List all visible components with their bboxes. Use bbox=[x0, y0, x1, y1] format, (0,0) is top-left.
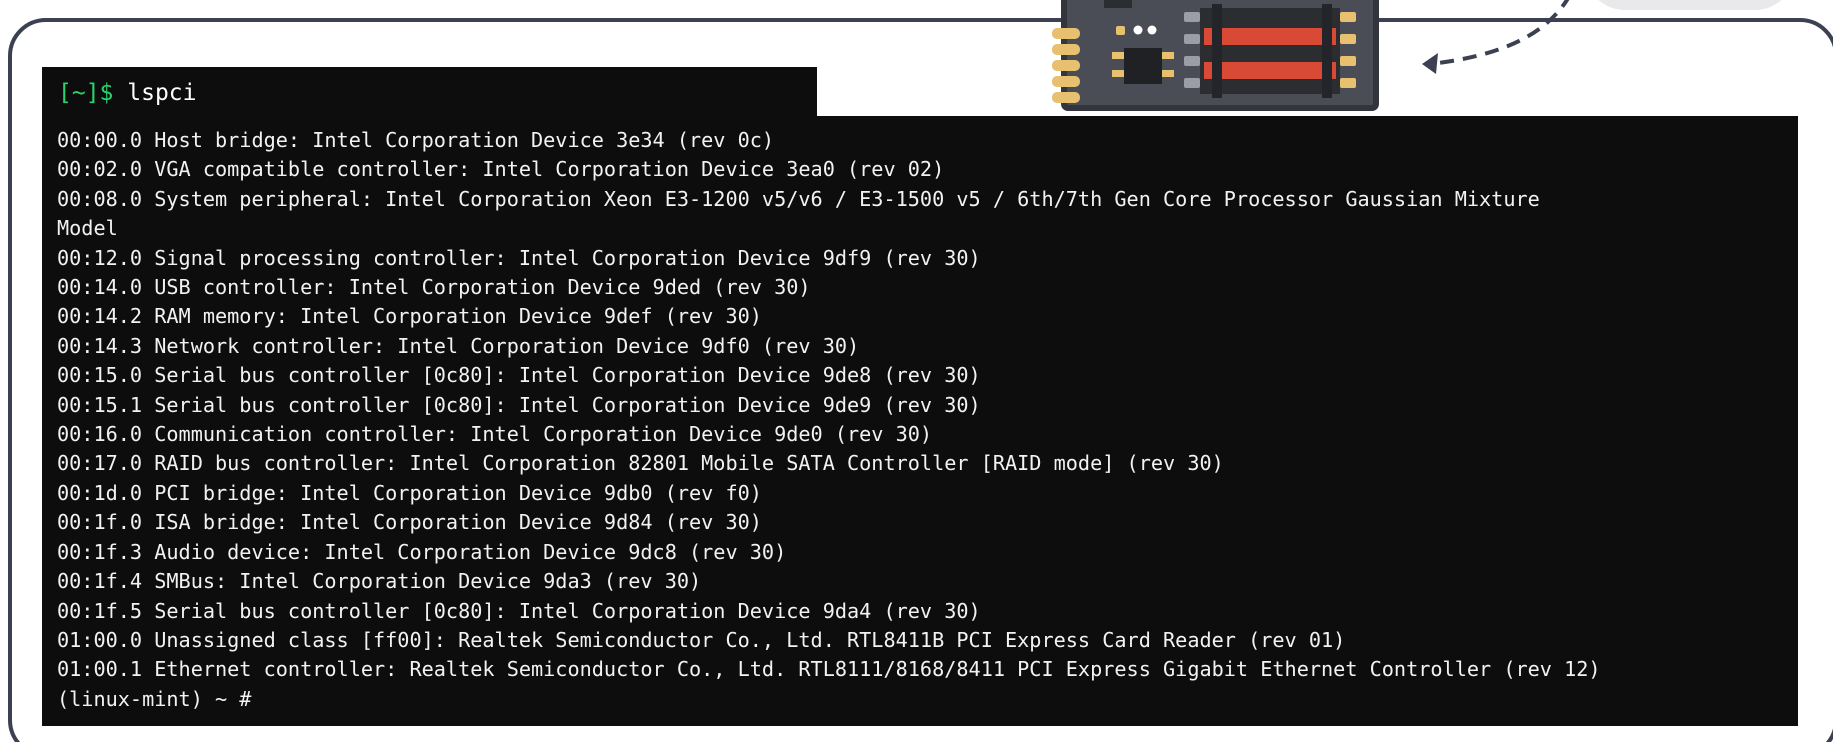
terminal-output-line: 00:12.0 Signal processing controller: In… bbox=[57, 245, 981, 270]
terminal-output-line: 00:15.1 Serial bus controller [0c80]: In… bbox=[57, 392, 981, 417]
terminal-output-line: 00:1f.0 ISA bridge: Intel Corporation De… bbox=[57, 510, 762, 535]
terminal-output-line: 00:1f.4 SMBus: Intel Corporation Device … bbox=[57, 569, 702, 594]
terminal-output-line: 00:1f.5 Serial bus controller [0c80]: In… bbox=[57, 598, 981, 623]
terminal-output-line: 00:16.0 Communication controller: Intel … bbox=[57, 422, 933, 447]
terminal-output-line: 00:14.0 USB controller: Intel Corporatio… bbox=[57, 275, 811, 300]
terminal-output-line: 00:14.2 RAM memory: Intel Corporation De… bbox=[57, 304, 762, 329]
command-text[interactable]: lspci bbox=[127, 80, 196, 106]
background-decoration bbox=[1585, 0, 1795, 10]
terminal-output: 00:00.0 Host bridge: Intel Corporation D… bbox=[57, 126, 1787, 714]
terminal-output-window[interactable]: 00:00.0 Host bridge: Intel Corporation D… bbox=[42, 116, 1798, 726]
terminal-output-line: 01:00.1 Ethernet controller: Realtek Sem… bbox=[57, 657, 1601, 682]
shell-prompt-line: (linux-mint) ~ # bbox=[57, 686, 252, 711]
terminal-output-line: 00:1d.0 PCI bridge: Intel Corporation De… bbox=[57, 480, 762, 505]
prompt-symbol: [~]$ bbox=[58, 80, 114, 106]
terminal-output-line: 01:00.0 Unassigned class [ff00]: Realtek… bbox=[57, 627, 1346, 652]
terminal-output-line: 00:17.0 RAID bus controller: Intel Corpo… bbox=[57, 451, 1224, 476]
terminal-output-line: 00:1f.3 Audio device: Intel Corporation … bbox=[57, 539, 787, 564]
terminal-output-line: 00:15.0 Serial bus controller [0c80]: In… bbox=[57, 363, 981, 388]
terminal-output-line: 00:00.0 Host bridge: Intel Corporation D… bbox=[57, 128, 775, 152]
terminal-output-line: 00:14.3 Network controller: Intel Corpor… bbox=[57, 333, 860, 358]
terminal-output-line: 00:02.0 VGA compatible controller: Intel… bbox=[57, 157, 945, 182]
terminal-output-line: Model bbox=[57, 216, 118, 241]
terminal-output-line: 00:08.0 System peripheral: Intel Corpora… bbox=[57, 186, 1540, 211]
pci-chip-icon bbox=[1052, 0, 1379, 111]
dashed-curved-arrow-icon bbox=[1422, 0, 1570, 74]
screenshot-stage: [~]$ lspci 00:00.0 Host bridge: Intel Co… bbox=[0, 0, 1833, 742]
command-prompt: [~]$ lspci bbox=[58, 77, 197, 109]
